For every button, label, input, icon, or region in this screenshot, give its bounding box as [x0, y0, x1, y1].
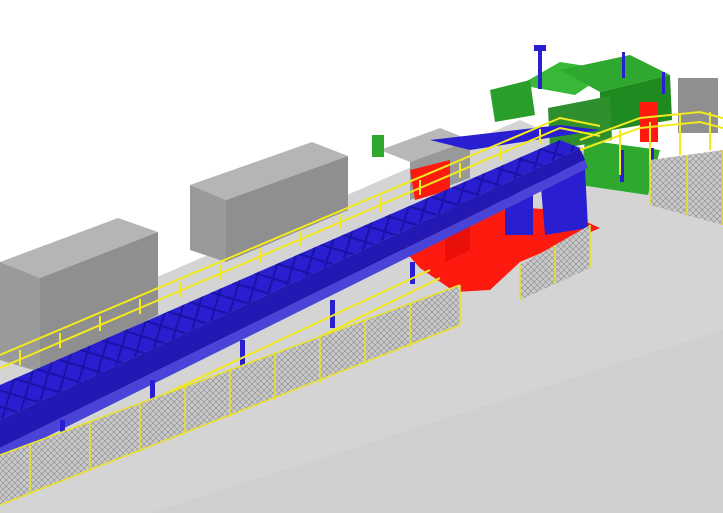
plant-3d-viewport[interactable]	[0, 0, 723, 513]
